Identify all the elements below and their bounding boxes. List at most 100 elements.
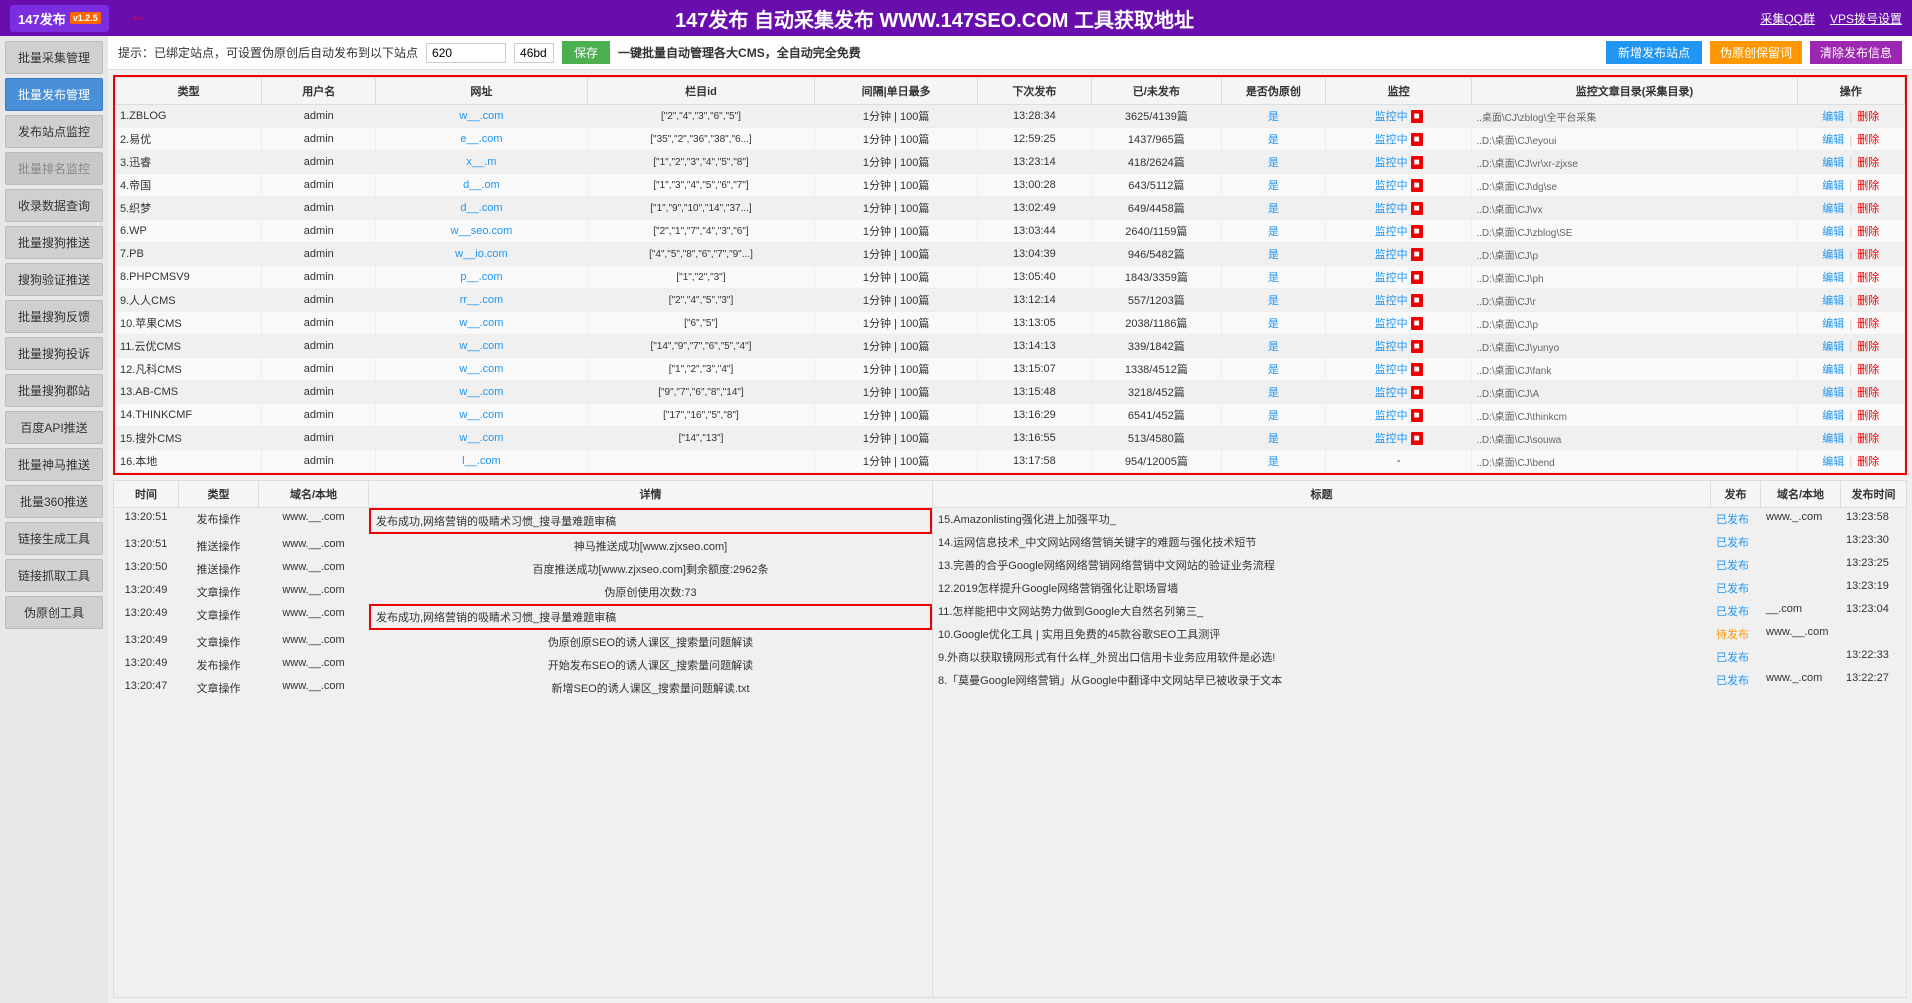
monitor-stop-btn[interactable]: ■: [1411, 386, 1423, 399]
sidebar-item-pseudo[interactable]: 伪原创工具: [5, 596, 103, 629]
monitor-stop-btn[interactable]: ■: [1411, 156, 1423, 169]
sidebar-item-link-extract[interactable]: 链接抓取工具: [5, 559, 103, 592]
monitor-link[interactable]: 监控中: [1375, 338, 1408, 354]
del-link[interactable]: 删除: [1857, 410, 1879, 422]
token-suffix-input[interactable]: [514, 43, 554, 63]
monitor-stop-btn[interactable]: ■: [1411, 317, 1423, 330]
monitor-link[interactable]: 监控中: [1375, 246, 1408, 262]
del-link[interactable]: 删除: [1857, 456, 1879, 468]
save-button[interactable]: 保存: [562, 41, 610, 64]
td-url[interactable]: w__.com: [376, 358, 587, 381]
monitor-stop-btn[interactable]: ■: [1411, 271, 1423, 284]
edit-link[interactable]: 编辑: [1822, 456, 1844, 468]
monitor-link[interactable]: 监控中: [1375, 108, 1408, 124]
monitor-link[interactable]: 监控中: [1375, 384, 1408, 400]
td-url[interactable]: w__.com: [376, 404, 587, 427]
del-link[interactable]: 删除: [1857, 387, 1879, 399]
edit-link[interactable]: 编辑: [1822, 272, 1844, 284]
td-url[interactable]: rr__.com: [376, 289, 587, 312]
edit-link[interactable]: 编辑: [1822, 134, 1844, 146]
monitor-stop-btn[interactable]: ■: [1411, 340, 1423, 353]
monitor-link[interactable]: 监控中: [1375, 430, 1408, 446]
td-url[interactable]: e__.com: [376, 128, 587, 151]
monitor-stop-btn[interactable]: ■: [1411, 363, 1423, 376]
token-input[interactable]: [426, 43, 506, 63]
new-site-button[interactable]: 新增发布站点: [1606, 41, 1702, 64]
monitor-link[interactable]: 监控中: [1375, 292, 1408, 308]
td-url[interactable]: w__io.com: [376, 243, 587, 266]
edit-link[interactable]: 编辑: [1822, 111, 1844, 123]
del-link[interactable]: 删除: [1857, 157, 1879, 169]
monitor-stop-btn[interactable]: ■: [1411, 248, 1423, 261]
edit-link[interactable]: 编辑: [1822, 203, 1844, 215]
monitor-stop-btn[interactable]: ■: [1411, 110, 1423, 123]
monitor-stop-btn[interactable]: ■: [1411, 202, 1423, 215]
edit-link[interactable]: 编辑: [1822, 295, 1844, 307]
del-link[interactable]: 删除: [1857, 433, 1879, 445]
td-url[interactable]: w__.com: [376, 381, 587, 404]
monitor-link[interactable]: 监控中: [1375, 154, 1408, 170]
edit-link[interactable]: 编辑: [1822, 387, 1844, 399]
td-url[interactable]: w__seo.com: [376, 220, 587, 243]
sidebar-item-site-monitor[interactable]: 发布站点监控: [5, 115, 103, 148]
sidebar-item-link-gen[interactable]: 链接生成工具: [5, 522, 103, 555]
monitor-link[interactable]: 监控中: [1375, 407, 1408, 423]
del-link[interactable]: 删除: [1857, 318, 1879, 330]
clear-info-button[interactable]: 清除发布信息: [1810, 41, 1902, 64]
sidebar-item-sougou-verify[interactable]: 搜狗验证推送: [5, 263, 103, 296]
edit-link[interactable]: 编辑: [1822, 226, 1844, 238]
monitor-stop-btn[interactable]: ■: [1411, 225, 1423, 238]
del-link[interactable]: 删除: [1857, 249, 1879, 261]
td-url[interactable]: d__.com: [376, 197, 587, 220]
edit-link[interactable]: 编辑: [1822, 157, 1844, 169]
del-link[interactable]: 删除: [1857, 134, 1879, 146]
del-link[interactable]: 删除: [1857, 341, 1879, 353]
sidebar-item-sougou-site[interactable]: 批量搜狗郡站: [5, 374, 103, 407]
pseudo-word-button[interactable]: 伪原创保留词: [1710, 41, 1802, 64]
del-link[interactable]: 删除: [1857, 180, 1879, 192]
monitor-link[interactable]: 监控中: [1375, 200, 1408, 216]
del-link[interactable]: 删除: [1857, 364, 1879, 376]
edit-link[interactable]: 编辑: [1822, 364, 1844, 376]
monitor-stop-btn[interactable]: ■: [1411, 133, 1423, 146]
edit-link[interactable]: 编辑: [1822, 341, 1844, 353]
monitor-link[interactable]: 监控中: [1375, 269, 1408, 285]
qq-group-link[interactable]: 采集QQ群: [1760, 10, 1815, 27]
edit-link[interactable]: 编辑: [1822, 410, 1844, 422]
td-url[interactable]: x__.m: [376, 151, 587, 174]
monitor-link[interactable]: 监控中: [1375, 315, 1408, 331]
monitor-link[interactable]: 监控中: [1375, 223, 1408, 239]
sidebar-item-sougou-feedback[interactable]: 批量搜狗反馈: [5, 300, 103, 333]
sidebar-item-360-push[interactable]: 批量360推送: [5, 485, 103, 518]
sidebar-item-shenma-push[interactable]: 批量神马推送: [5, 448, 103, 481]
vps-setting-link[interactable]: VPS拨号设置: [1830, 10, 1902, 27]
monitor-link[interactable]: 监控中: [1375, 131, 1408, 147]
edit-link[interactable]: 编辑: [1822, 318, 1844, 330]
edit-link[interactable]: 编辑: [1822, 433, 1844, 445]
td-url[interactable]: p__.com: [376, 266, 587, 289]
del-link[interactable]: 删除: [1857, 272, 1879, 284]
sidebar-item-publish[interactable]: 批量发布管理: [5, 78, 103, 111]
edit-link[interactable]: 编辑: [1822, 249, 1844, 261]
sidebar-item-inclusion[interactable]: 收录数据查询: [5, 189, 103, 222]
sidebar-item-baidu-api[interactable]: 百度API推送: [5, 411, 103, 444]
td-url[interactable]: w__.com: [376, 335, 587, 358]
del-link[interactable]: 删除: [1857, 295, 1879, 307]
monitor-link[interactable]: 监控中: [1375, 177, 1408, 193]
sidebar-item-collect[interactable]: 批量采集管理: [5, 41, 103, 74]
td-url[interactable]: w__.com: [376, 105, 587, 128]
td-url[interactable]: w__.com: [376, 312, 587, 335]
sidebar-item-sougou-complaint[interactable]: 批量搜狗投诉: [5, 337, 103, 370]
td-url[interactable]: d__.om: [376, 174, 587, 197]
del-link[interactable]: 删除: [1857, 226, 1879, 238]
sidebar-item-sougou-push[interactable]: 批量搜狗推送: [5, 226, 103, 259]
td-url[interactable]: w__.com: [376, 427, 587, 450]
del-link[interactable]: 删除: [1857, 111, 1879, 123]
edit-link[interactable]: 编辑: [1822, 180, 1844, 192]
monitor-link[interactable]: 监控中: [1375, 361, 1408, 377]
monitor-stop-btn[interactable]: ■: [1411, 294, 1423, 307]
del-link[interactable]: 删除: [1857, 203, 1879, 215]
monitor-stop-btn[interactable]: ■: [1411, 432, 1423, 445]
monitor-stop-btn[interactable]: ■: [1411, 409, 1423, 422]
td-url[interactable]: l__.com: [376, 450, 587, 473]
